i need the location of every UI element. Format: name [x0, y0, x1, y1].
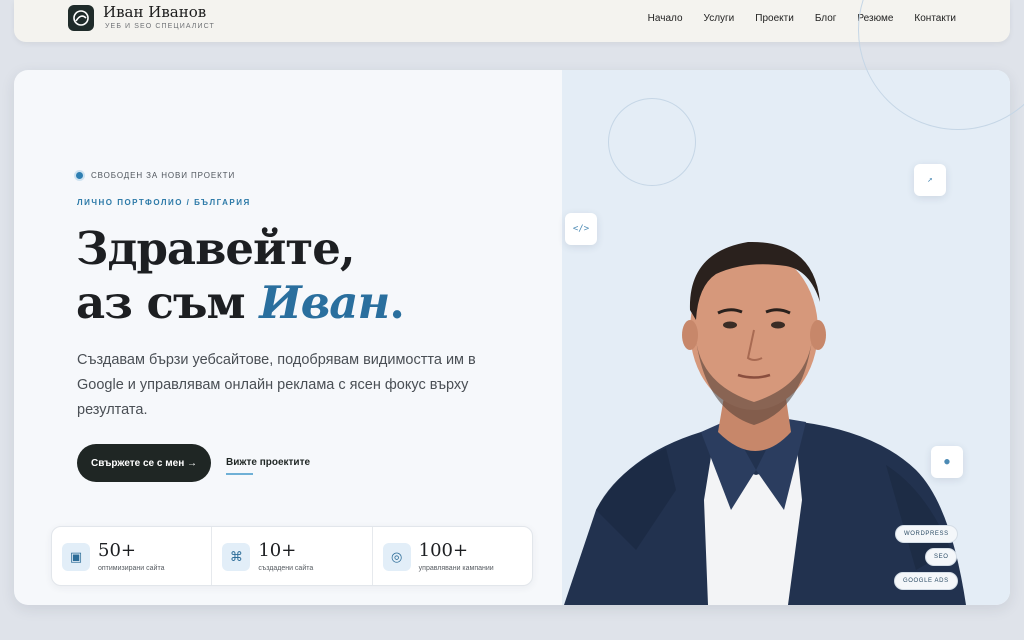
stat-item: ◎ 100+ управлявани кампании — [373, 527, 532, 585]
stats-bar: ▣ 50+ оптимизирани сайта ⌘ 10+ създадени… — [51, 526, 533, 586]
nav-item-home[interactable]: Начало — [648, 13, 683, 24]
stat-label: създадени сайта — [258, 565, 314, 572]
pen-icon: ↗ — [914, 164, 946, 196]
stat-item: ▣ 50+ оптимизирани сайта — [52, 527, 213, 585]
campaigns-icon: ◎ — [382, 543, 411, 571]
headline-line-2: аз съм — [76, 276, 260, 329]
projects-link[interactable]: Вижте проектите — [226, 457, 310, 468]
status-text: СВОБОДЕН ЗА НОВИ ПРОЕКТИ — [91, 171, 236, 180]
nav-item-projects[interactable]: Проекти — [755, 13, 794, 24]
headline-name: Иван — [259, 276, 390, 329]
hero-lead-text: Създавам бързи уебсайтове, подобрявам ви… — [77, 352, 476, 418]
nav-item-blog[interactable]: Блог — [815, 13, 837, 24]
code-icon: </> — [565, 213, 597, 245]
stat-item: ⌘ 10+ създадени сайта — [212, 527, 373, 585]
headline-dot: . — [389, 276, 405, 329]
contact-button[interactable]: Свържете се с мен → — [77, 444, 211, 482]
tag-wordpress: WORDPRESS — [895, 525, 958, 543]
stat-value: 50+ — [98, 540, 136, 561]
status-dot-icon — [76, 172, 83, 179]
brand-name[interactable]: Иван Иванов — [103, 3, 206, 21]
nav-item-services[interactable]: Услуги — [704, 13, 735, 24]
headline-line-1: Здравейте, — [76, 222, 356, 275]
stat-value: 100+ — [418, 540, 469, 561]
target-icon: ● — [931, 446, 963, 478]
logo-icon[interactable] — [68, 5, 94, 31]
tag-seo: SEO — [925, 548, 958, 566]
stat-value: 10+ — [258, 540, 297, 561]
stat-label: управлявани кампании — [418, 565, 494, 572]
tag-google-ads: GOOGLE ADS — [894, 572, 958, 590]
created-sites-icon: ⌘ — [222, 543, 251, 571]
projects-link-underline — [226, 473, 253, 475]
stat-label: оптимизирани сайта — [98, 565, 165, 572]
eyebrow-label: ЛИЧНО ПОРТФОЛИО / БЪЛГАРИЯ — [77, 198, 251, 207]
availability-status: СВОБОДЕН ЗА НОВИ ПРОЕКТИ — [76, 171, 235, 180]
hero-headline: Здравейте, аз съм Иван. — [76, 222, 405, 330]
optimized-sites-icon: ▣ — [62, 543, 90, 571]
brand-tagline: УЕБ И SEO СПЕЦИАЛИСТ — [105, 23, 215, 30]
